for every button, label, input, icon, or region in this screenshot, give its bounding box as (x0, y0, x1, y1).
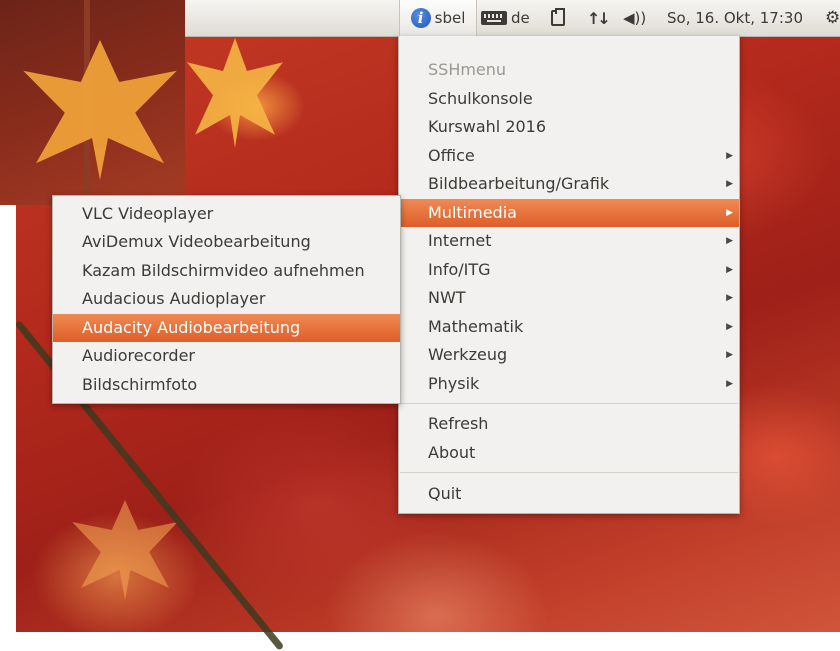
menu-item-office[interactable]: Office ▶ (399, 142, 739, 170)
multimedia-submenu: VLC Videoplayer AviDemux Videobearbeitun… (52, 195, 401, 404)
clock[interactable]: So, 16. Okt, 17:30 (667, 0, 803, 36)
menu-separator (400, 472, 738, 473)
menu-item-label: Audacious Audioplayer (82, 289, 266, 308)
keyboard-icon (481, 11, 507, 25)
menu-item-label: NWT (428, 288, 466, 307)
menu-item-label: Audiorecorder (82, 346, 196, 365)
menu-item-label: AviDemux Videobearbeitung (82, 232, 311, 251)
submenu-arrow-icon: ▶ (726, 151, 733, 161)
menu-item-label: Multimedia (428, 203, 517, 222)
submenu-arrow-icon: ▶ (726, 236, 733, 246)
submenu-arrow-icon: ▶ (726, 322, 733, 332)
clipboard-icon (551, 8, 565, 26)
menu-item-werkzeug[interactable]: Werkzeug ▶ (399, 341, 739, 369)
menu-separator (400, 403, 738, 404)
menu-item-label: Audacity Audiobearbeitung (82, 318, 301, 337)
menu-item-label: Bildbearbeitung/Grafik (428, 174, 610, 193)
menu-item-schulkonsole[interactable]: Schulkonsole (399, 85, 739, 113)
keyboard-indicator[interactable] (481, 0, 507, 36)
menu-item-about[interactable]: About (399, 439, 739, 467)
submenu-item-kazam[interactable]: Kazam Bildschirmvideo aufnehmen (53, 257, 400, 285)
menu-item-label: Kazam Bildschirmvideo aufnehmen (82, 261, 365, 280)
network-arrows-icon[interactable]: ↑↓ (587, 0, 611, 36)
menu-item-multimedia[interactable]: Multimedia ▶ (399, 199, 739, 227)
menu-item-label: Quit (428, 484, 462, 503)
menu-item-mathematik[interactable]: Mathematik ▶ (399, 313, 739, 341)
menu-item-label: Schulkonsole (428, 89, 533, 108)
sshmenu-indicator[interactable]: i sbel (399, 0, 477, 36)
submenu-item-audacity[interactable]: Audacity Audiobearbeitung (53, 314, 400, 342)
screen-edge (0, 205, 16, 632)
sshmenu-dropdown: SSHmenu Schulkonsole Kurswahl 2016 Offic… (398, 36, 740, 514)
keyboard-layout-label[interactable]: de (511, 0, 530, 36)
menu-item-label: Kurswahl 2016 (428, 117, 547, 136)
menu-item-label: Bildschirmfoto (82, 375, 198, 394)
volume-icon[interactable]: ◀)) (623, 0, 646, 36)
clipboard-indicator[interactable] (551, 0, 565, 36)
submenu-item-bildschirmfoto[interactable]: Bildschirmfoto (53, 371, 400, 399)
info-icon: i (410, 8, 431, 28)
menu-title: SSHmenu (428, 60, 507, 79)
menu-item-label: Mathematik (428, 317, 524, 336)
menu-item-kurswahl[interactable]: Kurswahl 2016 (399, 113, 739, 141)
menu-item-label: Physik (428, 374, 480, 393)
submenu-arrow-icon: ▶ (726, 179, 733, 189)
submenu-arrow-icon: ▶ (726, 293, 733, 303)
menu-item-refresh[interactable]: Refresh (399, 410, 739, 438)
menu-item-label: About (428, 443, 476, 462)
menu-item-label: Info/ITG (428, 260, 491, 279)
gear-icon[interactable]: ⚙ (825, 0, 840, 36)
menu-item-label: Internet (428, 231, 492, 250)
top-panel: i sbel de ↑↓ ◀)) So, 16. Okt, 17:30 ⚙ (185, 0, 840, 37)
menu-item-bildbearbeitung[interactable]: Bildbearbeitung/Grafik ▶ (399, 170, 739, 198)
ssh-label: sbel (434, 9, 466, 27)
menu-item-label: Werkzeug (428, 345, 508, 364)
menu-item-internet[interactable]: Internet ▶ (399, 227, 739, 255)
menu-item-physik[interactable]: Physik ▶ (399, 370, 739, 398)
menu-item-label: VLC Videoplayer (82, 204, 214, 223)
menu-item-label: Office (428, 146, 475, 165)
menu-item-label: Refresh (428, 414, 489, 433)
submenu-item-vlc[interactable]: VLC Videoplayer (53, 200, 400, 228)
submenu-item-avidemux[interactable]: AviDemux Videobearbeitung (53, 228, 400, 256)
menu-item-info-itg[interactable]: Info/ITG ▶ (399, 256, 739, 284)
submenu-item-audiorecorder[interactable]: Audiorecorder (53, 342, 400, 370)
submenu-arrow-icon: ▶ (726, 379, 733, 389)
submenu-arrow-icon: ▶ (726, 350, 733, 360)
menu-item-nwt[interactable]: NWT ▶ (399, 284, 739, 312)
submenu-item-audacious[interactable]: Audacious Audioplayer (53, 285, 400, 313)
menu-item-quit[interactable]: Quit (399, 480, 739, 508)
submenu-arrow-icon: ▶ (726, 265, 733, 275)
submenu-arrow-icon: ▶ (726, 208, 733, 218)
